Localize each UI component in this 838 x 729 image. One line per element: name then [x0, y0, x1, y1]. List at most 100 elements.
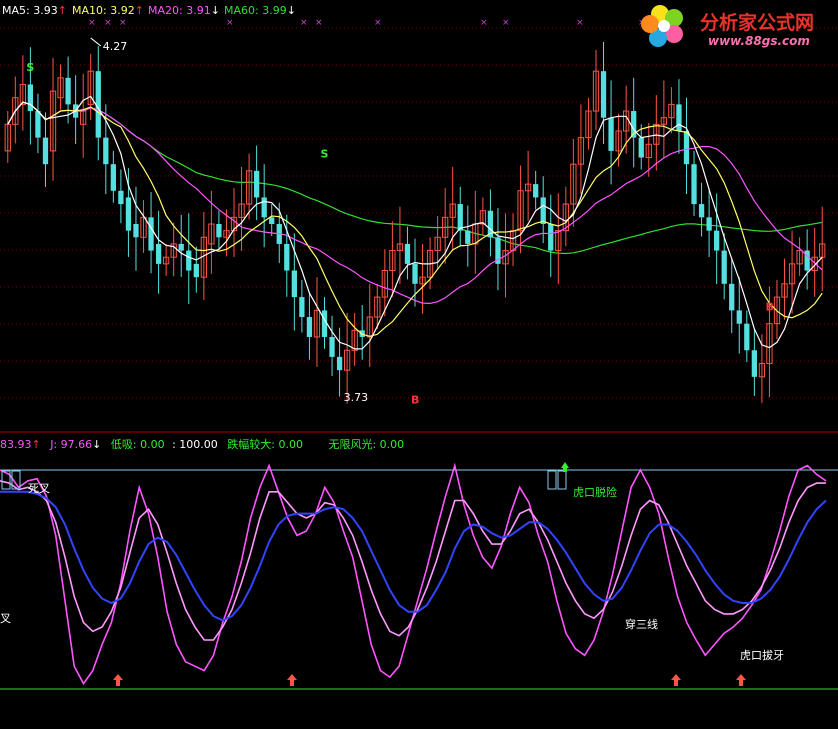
candle-body: [457, 204, 463, 231]
candle-body: [600, 71, 607, 118]
high-label: 4.27: [103, 40, 128, 53]
signal-label: S: [26, 61, 34, 74]
candle-body: [412, 263, 418, 284]
logo-title: 分析家公式网: [700, 12, 815, 34]
ma60-arrow: ↓: [286, 4, 296, 17]
signal-label: B: [765, 300, 773, 313]
ma60-series: [7, 101, 823, 255]
logo-url: www.88gs.com: [708, 34, 810, 48]
candle-body: [27, 84, 34, 112]
annotation-chuansanxian: 穿三线: [625, 618, 658, 631]
top-cross-mark: ×: [315, 18, 323, 28]
candles: [4, 41, 826, 404]
candle-body: [736, 310, 742, 324]
ma20-arrow: ↓: [210, 4, 220, 17]
top-cross-mark: ×: [576, 18, 584, 28]
annotation-hukou-tuoxian: 虎口脱险: [573, 486, 617, 499]
drop-value: 跌幅较大: 0.00: [227, 438, 303, 451]
top-cross-mark: ×: [88, 18, 96, 28]
ma60-line: [7, 101, 823, 255]
buy-arrow-icon: [736, 674, 746, 686]
annotation-sicha: 死叉: [28, 482, 50, 495]
signal-label: S: [321, 148, 329, 161]
ma10-readout: MA10: 3.92↑: [72, 4, 144, 17]
candle-body: [193, 263, 199, 278]
candle-body: [683, 130, 690, 165]
buy-arrow-icon: [287, 674, 297, 686]
candle-body: [540, 197, 546, 224]
candle-body: [216, 224, 222, 238]
buy-arrow-icon: [113, 674, 123, 686]
wuxian-value: 无限风光: 0.00: [328, 438, 405, 451]
candle-body: [751, 350, 757, 377]
candle-body: [148, 217, 154, 251]
candle-body: [404, 243, 411, 264]
candle-body: [465, 230, 471, 244]
candle-body: [178, 243, 184, 251]
candle-body: [118, 190, 124, 205]
ma10-label: MA10: 3.92: [72, 4, 135, 17]
candle-body: [291, 270, 297, 298]
signal-label: B: [411, 393, 419, 406]
candle-body: [729, 283, 735, 311]
candle-body: [691, 164, 697, 205]
candle-body: [714, 230, 720, 251]
candle-body: [548, 224, 554, 251]
price-grid: ×××××××××××: [0, 18, 838, 399]
chart-canvas: ××××××××××× 4.273.73SSBB: [0, 18, 838, 690]
candle-body: [638, 137, 644, 158]
ma60-label: MA60: 3.99: [224, 4, 287, 17]
candle-body: [261, 197, 267, 218]
oscillator-header: 83.93↑ J: 97.66↓ 低吸: 0.00 : 100.00 跌幅较大:…: [0, 436, 404, 452]
candle-body: [186, 250, 192, 271]
flower-icon: [641, 5, 683, 47]
candle-body: [306, 317, 313, 337]
candle-body: [103, 137, 109, 165]
top-cross-mark: ×: [226, 18, 234, 28]
candle-body: [721, 250, 727, 284]
top-cross-mark: ×: [502, 18, 510, 28]
hundred-value: : 100.00: [172, 438, 218, 451]
candle-body: [336, 356, 343, 371]
ma20-label: MA20: 3.91: [148, 4, 211, 17]
candle-body: [125, 197, 132, 231]
candle-body: [155, 243, 162, 264]
top-box-marker: [557, 470, 567, 490]
ma5-readout: MA5: 3.93↑: [2, 4, 67, 17]
ma10-arrow: ↑: [134, 4, 144, 17]
annotation-hukou-baya: 虎口拔牙: [740, 649, 784, 662]
ma5-arrow: ↑: [57, 4, 67, 17]
candle-body: [533, 184, 539, 198]
candle-body: [253, 170, 260, 198]
top-cross-mark: ×: [104, 18, 112, 28]
site-logo: 分析家公式网 www.88gs.com: [640, 2, 838, 54]
top-cross-mark: ×: [374, 18, 382, 28]
candle-body: [744, 323, 750, 351]
ma5-label: MA5: 3.93: [2, 4, 58, 17]
candle-body: [676, 104, 682, 131]
top-cross-mark: ×: [300, 18, 308, 28]
j-arrow: ↓: [92, 438, 102, 451]
candle-body: [284, 243, 290, 271]
low-suck-value: 低吸: 0.00: [110, 438, 165, 451]
k-value: 83.93: [0, 438, 32, 451]
top-cross-mark: ×: [119, 18, 127, 28]
ma20-readout: MA20: 3.91↓: [148, 4, 220, 17]
candle-body: [133, 224, 139, 238]
candle-body: [299, 297, 305, 318]
candle-body: [65, 77, 71, 105]
annotation-cha-left: 叉: [0, 612, 11, 625]
candle-body: [698, 204, 705, 218]
candle-body: [35, 111, 41, 138]
top-cross-mark: ×: [480, 18, 488, 28]
candle-body: [110, 164, 116, 191]
candle-body: [329, 336, 335, 357]
candle-body: [42, 137, 49, 165]
buy-arrow-icon: [671, 674, 681, 686]
low-label: 3.73: [344, 391, 369, 404]
high-pointer: [90, 37, 102, 47]
candle-body: [706, 217, 712, 231]
top-box-marker: [547, 470, 557, 490]
candle-body: [608, 117, 614, 151]
k-arrow: ↑: [31, 438, 41, 451]
